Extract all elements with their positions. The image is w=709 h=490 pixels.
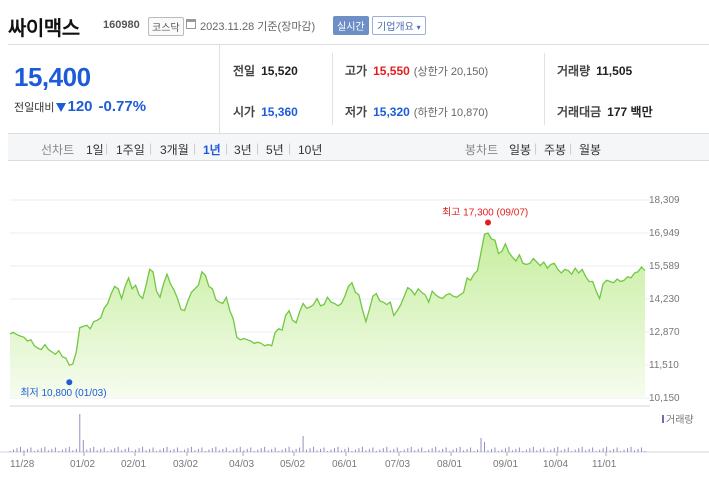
divider	[332, 53, 333, 125]
period-separator: |	[149, 141, 153, 155]
candle-chart-label: 봉차트	[465, 143, 499, 157]
x-tick-label: 10/04	[543, 459, 568, 470]
candle-weekly[interactable]: 주봉	[544, 141, 566, 158]
change-value: 120	[67, 98, 93, 115]
x-tick-label: 03/02	[173, 459, 198, 470]
y-tick-label: 10,150	[649, 393, 680, 404]
x-tick-label: 06/01	[332, 459, 357, 470]
max-price-marker	[484, 219, 491, 226]
volume-legend-swatch	[662, 415, 664, 423]
high-value: 15,550	[373, 64, 410, 78]
change-percent: -0.77%	[98, 98, 147, 115]
x-tick-label: 01/02	[70, 459, 95, 470]
price-chart[interactable]: 18,309 16,949 15,589 14,230 12,870 11,510 10,1…	[0, 161, 709, 490]
period-1d[interactable]: 1일	[86, 141, 104, 158]
volume-label: 거래량	[557, 64, 591, 78]
corp-info-label: 기업개요	[377, 22, 414, 33]
stock-name: 싸이맥스	[8, 18, 80, 40]
x-tick-label: 05/02	[280, 459, 305, 470]
period-1w[interactable]: 1주일	[116, 141, 145, 158]
prev-close-cell: 전일 15,520	[233, 62, 298, 79]
period-1y[interactable]: 1년	[203, 141, 221, 158]
high-cell: 고가 15,550 (상한가 20,150)	[345, 62, 488, 79]
period-separator: |	[569, 141, 573, 155]
chevron-down-icon: ▾	[416, 23, 421, 32]
max-price-annotation: 최고 17,300 (09/07)	[442, 206, 528, 218]
open-label: 시가	[233, 105, 256, 119]
period-separator: |	[105, 141, 109, 155]
low-label: 저가	[345, 105, 368, 119]
x-tick-label: 11/01	[592, 459, 617, 470]
low-cell: 저가 15,320 (하한가 10,870)	[345, 103, 488, 120]
open-cell: 시가 15,360	[233, 103, 298, 120]
min-price-annotation: 최저 10,800 (01/03)	[20, 387, 106, 399]
period-separator: |	[534, 141, 538, 155]
stock-code: 160980	[103, 19, 140, 31]
down-arrow-icon	[56, 103, 67, 112]
change-label: 전일대비	[14, 102, 55, 114]
realtime-button[interactable]: 실시간	[333, 16, 369, 35]
calendar-icon	[186, 19, 196, 29]
x-tick-label: 09/01	[493, 459, 518, 470]
period-separator: |	[193, 141, 197, 155]
price-area	[10, 233, 645, 398]
volume-cell: 거래량 11,505	[557, 62, 632, 79]
volume-label: 거래량	[666, 414, 694, 426]
trade-value-cell: 거래대금 177 백만	[557, 103, 653, 120]
trade-value-label: 거래대금	[557, 105, 602, 119]
market-badge: 코스닥	[148, 17, 184, 36]
min-price-marker	[66, 379, 73, 386]
period-3m[interactable]: 3개월	[160, 141, 189, 158]
x-tick-label: 11/28	[10, 459, 35, 470]
stock-header: 싸이맥스 160980 코스닥 2023.11.28 기준(장마감) 실시간 기…	[0, 0, 709, 44]
period-5y[interactable]: 5년	[266, 141, 284, 158]
y-tick-label: 14,230	[649, 294, 680, 305]
current-price-panel: 15,400 전일대비 120 -0.77%	[8, 45, 220, 133]
price-chart-svg: 18,309 16,949 15,589 14,230 12,870 11,510 10,1…	[0, 195, 709, 470]
period-10y[interactable]: 10년	[298, 141, 322, 158]
y-tick-label: 12,870	[649, 327, 680, 338]
price-change: 전일대비 120 -0.77%	[14, 98, 146, 115]
x-tick-label: 04/03	[229, 459, 254, 470]
x-tick-label: 02/01	[121, 459, 146, 470]
prev-close-value: 15,520	[261, 64, 298, 78]
lower-limit: (하한가 10,870)	[413, 107, 489, 119]
period-3y[interactable]: 3년	[234, 141, 252, 158]
y-tick-label: 15,589	[649, 261, 680, 272]
date-text: 2023.11.28 기준(장마감)	[200, 21, 316, 33]
volume-value: 11,505	[596, 64, 633, 78]
x-tick-label: 07/03	[385, 459, 410, 470]
prev-close-label: 전일	[233, 64, 256, 78]
candle-monthly[interactable]: 월봉	[579, 141, 601, 158]
period-separator: |	[288, 141, 292, 155]
line-chart-label: 선차트	[41, 143, 75, 157]
y-tick-label: 16,949	[649, 228, 680, 239]
open-value: 15,360	[261, 105, 298, 119]
corp-info-button[interactable]: 기업개요 ▾	[372, 16, 426, 35]
divider	[544, 53, 545, 125]
price-summary: 15,400 전일대비 120 -0.77% 전일 15,520 고가 15,550 (상…	[8, 44, 709, 134]
x-tick-label: 08/01	[437, 459, 462, 470]
upper-limit: (상한가 20,150)	[413, 66, 489, 78]
current-price: 15,400	[14, 62, 91, 92]
period-separator: |	[256, 141, 260, 155]
trade-value: 177 백만	[607, 105, 653, 119]
high-label: 고가	[345, 64, 368, 78]
low-value: 15,320	[373, 105, 410, 119]
y-tick-label: 18,309	[649, 195, 680, 206]
y-tick-label: 11,510	[649, 360, 679, 371]
candle-daily[interactable]: 일봉	[509, 141, 531, 158]
chart-period-bar: 선차트 1일 | 1주일 | 3개월 | 1년 | 3년 | 5년 | 10년 …	[8, 134, 709, 161]
period-separator: |	[225, 141, 229, 155]
